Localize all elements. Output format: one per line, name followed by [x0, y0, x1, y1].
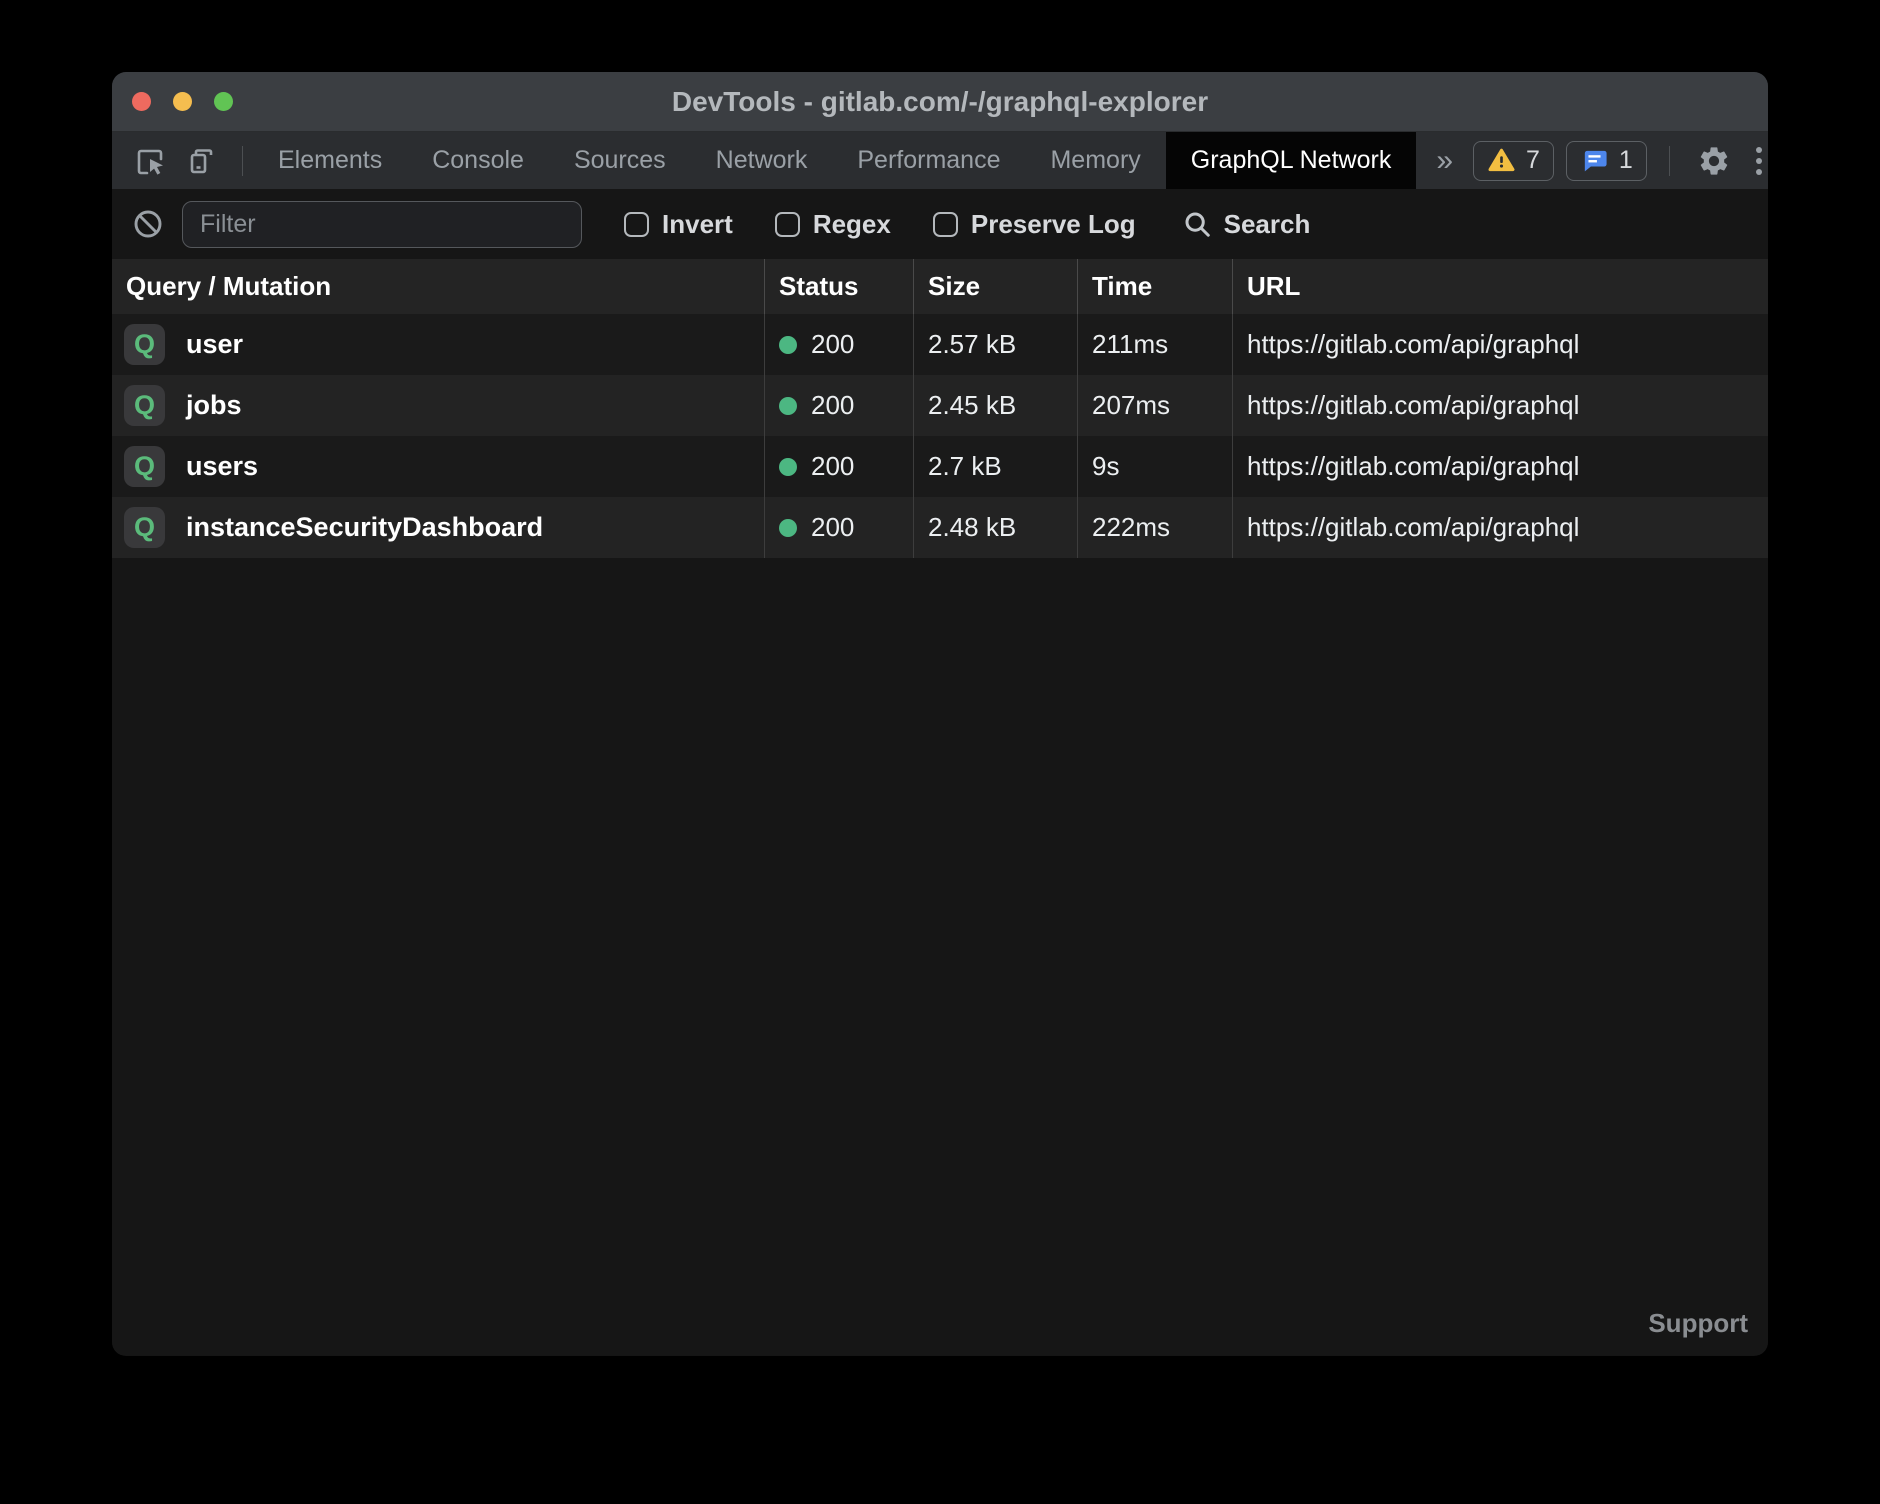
warnings-count: 7 [1526, 146, 1540, 175]
response-size: 2.45 kB [914, 375, 1078, 436]
preserve-log-checkbox-group[interactable]: Preserve Log [933, 209, 1136, 240]
messages-badge[interactable]: 1 [1566, 141, 1647, 181]
column-header-status[interactable]: Status [765, 259, 914, 314]
request-url: https://gitlab.com/api/graphql [1233, 497, 1768, 558]
response-time: 222ms [1078, 497, 1233, 558]
column-header-size[interactable]: Size [914, 259, 1078, 314]
minimize-window-button[interactable] [173, 92, 192, 111]
regex-checkbox-group[interactable]: Regex [775, 209, 891, 240]
status-code: 200 [811, 329, 854, 360]
query-type-badge: Q [124, 446, 165, 487]
status-ok-dot [779, 397, 797, 415]
regex-checkbox[interactable] [775, 212, 800, 237]
settings-gear-icon[interactable] [1692, 139, 1736, 183]
status-ok-dot [779, 458, 797, 476]
query-type-badge: Q [124, 385, 165, 426]
messages-count: 1 [1619, 146, 1633, 175]
response-size: 2.57 kB [914, 314, 1078, 375]
tab-graphql-network[interactable]: GraphQL Network [1166, 132, 1417, 189]
status-code: 200 [811, 390, 854, 421]
tab-sources[interactable]: Sources [549, 132, 691, 189]
toolbar-divider [242, 146, 243, 176]
table-row[interactable]: Q users 200 2.7 kB 9s https://gitlab.com… [112, 436, 1768, 497]
filter-bar: Invert Regex Preserve Log Search [112, 189, 1768, 259]
requests-table: Query / Mutation Status Size Time URL Q … [112, 259, 1768, 558]
more-tabs-chevron-icon[interactable]: » [1416, 132, 1473, 189]
tab-console[interactable]: Console [407, 132, 549, 189]
request-url: https://gitlab.com/api/graphql [1233, 436, 1768, 497]
query-name: user [186, 329, 243, 360]
graphql-network-panel: Invert Regex Preserve Log Search Query /… [112, 189, 1768, 1355]
search-label: Search [1224, 209, 1311, 240]
table-row[interactable]: Q instanceSecurityDashboard 200 2.48 kB … [112, 497, 1768, 558]
device-toolbar-icon[interactable] [180, 139, 224, 183]
devtools-tab-bar: Elements Console Sources Network Perform… [112, 132, 1768, 189]
response-size: 2.7 kB [914, 436, 1078, 497]
tab-performance[interactable]: Performance [832, 132, 1025, 189]
status-ok-dot [779, 519, 797, 537]
support-link[interactable]: Support [1648, 1308, 1748, 1339]
invert-label: Invert [662, 209, 733, 240]
response-size: 2.48 kB [914, 497, 1078, 558]
table-row[interactable]: Q user 200 2.57 kB 211ms https://gitlab.… [112, 314, 1768, 375]
query-type-badge: Q [124, 324, 165, 365]
chat-bubble-icon [1580, 146, 1609, 175]
request-url: https://gitlab.com/api/graphql [1233, 314, 1768, 375]
devtools-window: DevTools - gitlab.com/-/graphql-explorer… [112, 72, 1768, 1356]
response-time: 211ms [1078, 314, 1233, 375]
status-code: 200 [811, 451, 854, 482]
tab-memory[interactable]: Memory [1025, 132, 1165, 189]
devtools-tabs: Elements Console Sources Network Perform… [253, 132, 1473, 189]
column-header-query-mutation[interactable]: Query / Mutation [112, 259, 765, 314]
tabbar-right-divider [1669, 146, 1670, 176]
response-time: 9s [1078, 436, 1233, 497]
column-header-url[interactable]: URL [1233, 259, 1768, 314]
query-type-badge: Q [124, 507, 165, 548]
zoom-window-button[interactable] [214, 92, 233, 111]
filter-input[interactable] [182, 201, 582, 248]
invert-checkbox-group[interactable]: Invert [624, 209, 733, 240]
table-header-row: Query / Mutation Status Size Time URL [112, 259, 1768, 314]
status-code: 200 [811, 512, 854, 543]
search-icon [1182, 209, 1212, 239]
regex-label: Regex [813, 209, 891, 240]
more-options-icon[interactable] [1748, 147, 1768, 175]
tab-network[interactable]: Network [691, 132, 833, 189]
preserve-log-checkbox[interactable] [933, 212, 958, 237]
warning-triangle-icon [1487, 146, 1516, 175]
window-title: DevTools - gitlab.com/-/graphql-explorer [112, 86, 1768, 118]
invert-checkbox[interactable] [624, 212, 649, 237]
status-ok-dot [779, 336, 797, 354]
preserve-log-label: Preserve Log [971, 209, 1136, 240]
query-name: users [186, 451, 258, 482]
inspect-element-icon[interactable] [128, 139, 172, 183]
query-name: instanceSecurityDashboard [186, 512, 543, 543]
response-time: 207ms [1078, 375, 1233, 436]
toolbar-icons [112, 132, 253, 189]
table-row[interactable]: Q jobs 200 2.45 kB 207ms https://gitlab.… [112, 375, 1768, 436]
traffic-lights [132, 72, 233, 131]
tab-elements[interactable]: Elements [253, 132, 407, 189]
tabbar-right-controls: 7 1 [1473, 132, 1768, 189]
search-control[interactable]: Search [1182, 209, 1311, 240]
close-window-button[interactable] [132, 92, 151, 111]
warnings-badge[interactable]: 7 [1473, 141, 1554, 181]
query-name: jobs [186, 390, 242, 421]
block-clear-icon[interactable] [132, 208, 164, 240]
title-bar: DevTools - gitlab.com/-/graphql-explorer [112, 72, 1768, 132]
request-url: https://gitlab.com/api/graphql [1233, 375, 1768, 436]
column-header-time[interactable]: Time [1078, 259, 1233, 314]
